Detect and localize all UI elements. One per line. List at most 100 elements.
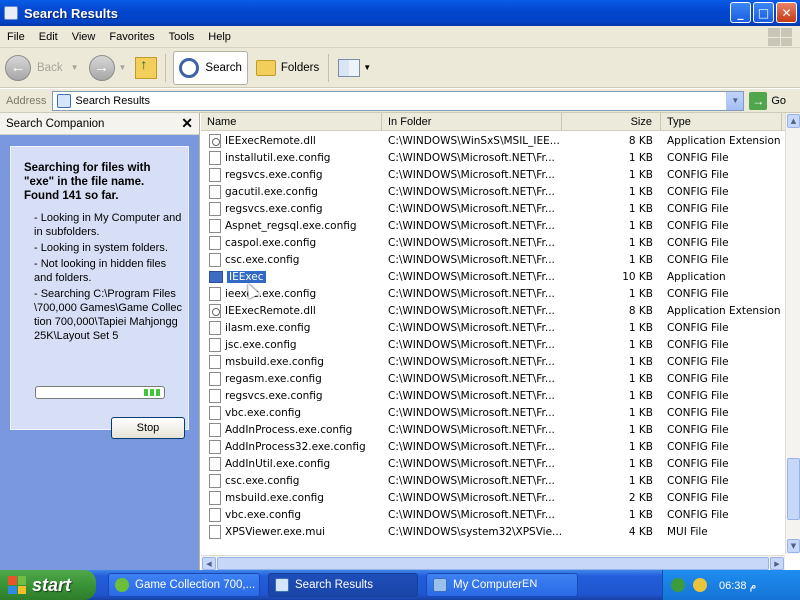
address-dropdown-icon[interactable]: ▼ — [726, 91, 744, 110]
minimize-button[interactable]: _ — [730, 2, 751, 23]
scroll-right-icon[interactable]: ▶ — [770, 557, 784, 570]
horizontal-scrollbar[interactable]: ◀ ▶ — [201, 555, 785, 570]
up-folder-icon[interactable] — [135, 56, 158, 79]
file-icon — [209, 235, 221, 250]
taskbar-item-my-computer[interactable]: My Computer — [426, 573, 578, 597]
file-row[interactable]: csc.exe.config C:\WINDOWS\Microsoft.NET\F… — [201, 472, 786, 489]
file-row[interactable]: vbc.exe.config C:\WINDOWS\Microsoft.NET\F… — [201, 404, 786, 421]
file-size: 1 KB — [628, 355, 653, 368]
file-row[interactable]: AddInProcess.exe.config C:\WINDOWS\Micros… — [201, 421, 786, 438]
scroll-down-icon[interactable]: ▼ — [787, 539, 800, 553]
file-row[interactable]: AddInProcess32.exe.config C:\WINDOWS\Micr… — [201, 438, 786, 455]
column-type[interactable]: Type — [661, 113, 782, 130]
file-row[interactable]: installutil.exe.config C:\WINDOWS\Microso… — [201, 149, 786, 166]
file-row[interactable]: ilasm.exe.config C:\WINDOWS\Microsoft.NET… — [201, 319, 786, 336]
taskbar-item-search-results[interactable]: Search Results — [268, 573, 418, 597]
menu-tools[interactable]: Tools — [162, 31, 202, 43]
column-header-row: Name In Folder Size Type — [201, 113, 800, 131]
file-row[interactable]: regasm.exe.config C:\WINDOWS\Microsoft.NE… — [201, 370, 786, 387]
file-size: 1 KB — [628, 389, 653, 402]
file-row[interactable]: ieexec.exe.config C:\WINDOWS\Microsoft.NE… — [201, 285, 786, 302]
file-row[interactable]: IEExec C:\WINDOWS\Microsoft.NET\Fr... 10 K… — [201, 268, 786, 285]
folders-label: Folders — [280, 61, 320, 74]
menu-file[interactable]: File — [0, 31, 32, 43]
file-icon — [209, 507, 221, 522]
start-button[interactable]: start — [0, 570, 96, 600]
file-type: Application Extension — [667, 134, 781, 147]
taskbar-item-game-collection[interactable]: Game Collection 700,... — [108, 573, 260, 597]
file-type: CONFIG File — [667, 440, 729, 453]
close-pane-icon[interactable]: ✕ — [181, 115, 193, 132]
scroll-up-icon[interactable]: ▲ — [787, 114, 800, 128]
network-icon[interactable] — [671, 578, 685, 592]
file-row[interactable]: regsvcs.exe.config C:\WINDOWS\Microsoft.N… — [201, 200, 786, 217]
file-type: CONFIG File — [667, 168, 729, 181]
file-row[interactable]: regsvcs.exe.config C:\WINDOWS\Microsoft.N… — [201, 166, 786, 183]
menu-edit[interactable]: Edit — [32, 31, 65, 43]
folders-button[interactable]: Folders — [251, 51, 324, 85]
file-row[interactable]: msbuild.exe.config C:\WINDOWS\Microsoft.N… — [201, 489, 786, 506]
search-window-icon — [4, 6, 18, 20]
back-button[interactable]: ← Back ▼ — [0, 51, 84, 85]
back-label: Back — [37, 61, 63, 74]
file-size: 1 KB — [628, 151, 653, 164]
file-name-cell: XPSViewer.exe.mui — [201, 524, 382, 539]
file-folder: C:\WINDOWS\Microsoft.NET\Fr... — [388, 236, 555, 249]
file-name: vbc.exe.config — [225, 406, 302, 419]
address-input[interactable]: Search Results ▼ — [52, 90, 745, 111]
file-row[interactable]: jsc.exe.config C:\WINDOWS\Microsoft.NET\F… — [201, 336, 786, 353]
search-button[interactable]: Search — [173, 50, 248, 85]
file-row[interactable]: gacutil.exe.config C:\WINDOWS\Microsoft.N… — [201, 183, 786, 200]
file-row[interactable]: caspol.exe.config C:\WINDOWS\Microsoft.NE… — [201, 234, 786, 251]
go-button[interactable]: → Go — [749, 91, 786, 110]
title-bar[interactable]: Search Results _ □ ✕ — [0, 0, 800, 26]
stop-button[interactable]: Stop — [111, 417, 185, 439]
column-name[interactable]: Name — [201, 113, 382, 130]
file-row[interactable]: regsvcs.exe.config C:\WINDOWS\Microsoft.N… — [201, 387, 786, 404]
file-icon — [209, 456, 221, 471]
file-name-cell: jsc.exe.config — [201, 337, 382, 352]
menu-help[interactable]: Help — [201, 31, 238, 43]
file-row[interactable]: msbuild.exe.config C:\WINDOWS\Microsoft.N… — [201, 353, 786, 370]
volume-icon[interactable] — [693, 578, 707, 592]
scroll-left-icon[interactable]: ◀ — [202, 557, 216, 570]
vertical-scrollbar[interactable]: ▲ ▼ — [785, 113, 800, 554]
address-value: Search Results — [75, 94, 150, 107]
file-name: csc.exe.config — [225, 253, 300, 266]
status-item: - Looking in My Computer and in subfolde… — [34, 212, 182, 238]
file-row[interactable]: Aspnet_regsql.exe.config C:\WINDOWS\Micro… — [201, 217, 786, 234]
views-button[interactable]: ▼ — [333, 51, 376, 85]
back-dropdown-icon[interactable]: ▼ — [71, 63, 79, 72]
file-name-cell: IEExecRemote.dll — [201, 303, 382, 318]
file-name-cell: msbuild.exe.config — [201, 354, 382, 369]
file-row[interactable]: vbc.exe.config C:\WINDOWS\Microsoft.NET\F… — [201, 506, 786, 523]
menu-view[interactable]: View — [65, 31, 103, 43]
file-folder: C:\WINDOWS\Microsoft.NET\Fr... — [388, 355, 555, 368]
horizontal-scroll-thumb[interactable] — [217, 557, 769, 570]
vertical-scroll-thumb[interactable] — [787, 458, 800, 520]
close-button[interactable]: ✕ — [776, 2, 797, 23]
dll-file-icon — [209, 133, 221, 148]
forward-dropdown-icon[interactable]: ▼ — [119, 63, 127, 72]
file-type: CONFIG File — [667, 457, 729, 470]
file-icon — [209, 524, 221, 539]
menu-favorites[interactable]: Favorites — [102, 31, 161, 43]
file-type: CONFIG File — [667, 219, 729, 232]
file-name-cell: csc.exe.config — [201, 473, 382, 488]
file-row[interactable]: AddInUtil.exe.config C:\WINDOWS\Microsoft… — [201, 455, 786, 472]
file-folder: C:\WINDOWS\Microsoft.NET\Fr... — [388, 491, 555, 504]
file-folder: C:\WINDOWS\Microsoft.NET\Fr... — [388, 457, 555, 470]
maximize-button[interactable]: □ — [753, 2, 774, 23]
language-indicator[interactable]: EN — [522, 578, 537, 590]
file-size: 1 KB — [628, 287, 653, 300]
forward-button[interactable]: → ▼ — [84, 51, 132, 85]
file-folder: C:\WINDOWS\Microsoft.NET\Fr... — [388, 185, 555, 198]
column-in-folder[interactable]: In Folder — [382, 113, 562, 130]
file-row[interactable]: XPSViewer.exe.mui C:\WINDOWS\system32\XPS… — [201, 523, 786, 540]
column-size[interactable]: Size — [562, 113, 661, 130]
file-name-cell: regasm.exe.config — [201, 371, 382, 386]
file-name: XPSViewer.exe.mui — [225, 525, 326, 538]
file-row[interactable]: IEExecRemote.dll C:\WINDOWS\Microsoft.NET… — [201, 302, 786, 319]
file-row[interactable]: IEExecRemote.dll C:\WINDOWS\WinSxS\MSIL_I… — [201, 132, 786, 149]
file-row[interactable]: csc.exe.config C:\WINDOWS\Microsoft.NET\F… — [201, 251, 786, 268]
